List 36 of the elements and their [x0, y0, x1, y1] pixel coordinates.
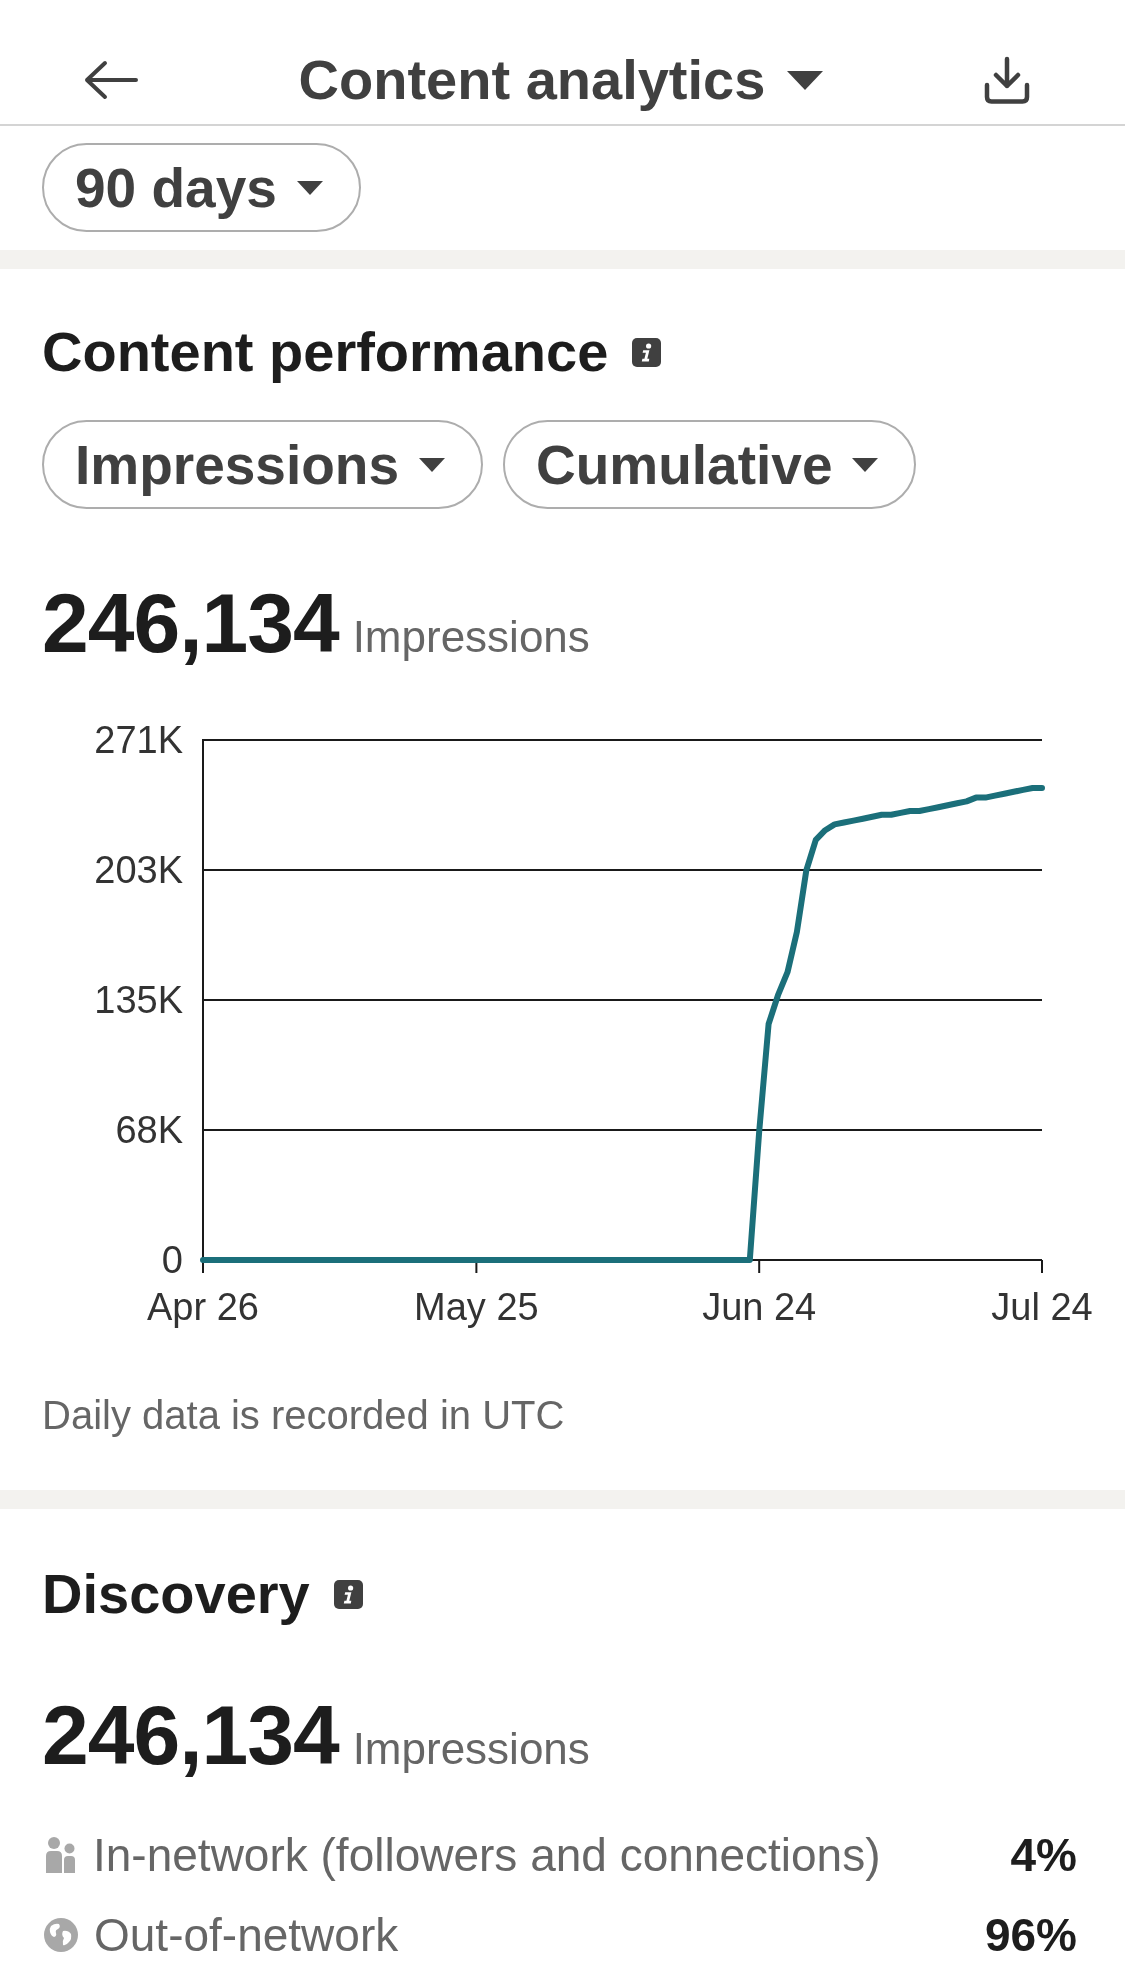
axis-label: May 25	[414, 1286, 539, 1328]
info-icon[interactable]	[333, 1579, 363, 1609]
caret-icon	[852, 457, 879, 472]
metric-dropdown[interactable]: Impressions	[42, 420, 483, 509]
axis-label: 68K	[115, 1109, 183, 1151]
audience-share: 4%	[1010, 1828, 1077, 1883]
axis-label: 203K	[94, 849, 183, 891]
title-dropdown[interactable]: Content analytics	[298, 48, 824, 112]
audience-label: Out-of-network	[94, 1908, 399, 1963]
footnote: Daily data is recorded in UTC	[42, 1392, 565, 1439]
caret-icon	[787, 70, 824, 90]
section-title: Content performance	[42, 320, 609, 384]
caret-icon	[419, 457, 445, 472]
mode-dropdown[interactable]: Cumulative	[503, 420, 917, 509]
period-dropdown[interactable]: 90 days	[42, 143, 361, 232]
axis-label: Jul 24	[991, 1286, 1093, 1328]
axis-label: Jun 24	[702, 1286, 817, 1328]
back-button[interactable]	[84, 60, 138, 100]
people-icon	[44, 1837, 77, 1873]
back-arrow-icon	[84, 60, 138, 100]
impressions-label: Impressions	[352, 611, 590, 663]
axis-label: 271K	[94, 719, 183, 761]
section-title: Discovery	[42, 1562, 310, 1626]
globe-icon	[44, 1918, 78, 1952]
audience-share: 96%	[984, 1908, 1077, 1963]
info-icon[interactable]	[632, 337, 662, 367]
impressions-total: 246,134	[42, 1693, 339, 1777]
audience-label: In-network (followers and connections)	[93, 1828, 881, 1883]
caret-icon	[296, 180, 323, 195]
download-button[interactable]	[984, 56, 1030, 104]
axis-label: Apr 26	[147, 1286, 259, 1328]
impressions-total: 246,134	[42, 581, 339, 665]
impressions-label: Impressions	[352, 1723, 590, 1775]
download-icon	[984, 56, 1030, 104]
axis-label: 0	[161, 1239, 183, 1281]
axis-label: 135K	[94, 979, 183, 1021]
